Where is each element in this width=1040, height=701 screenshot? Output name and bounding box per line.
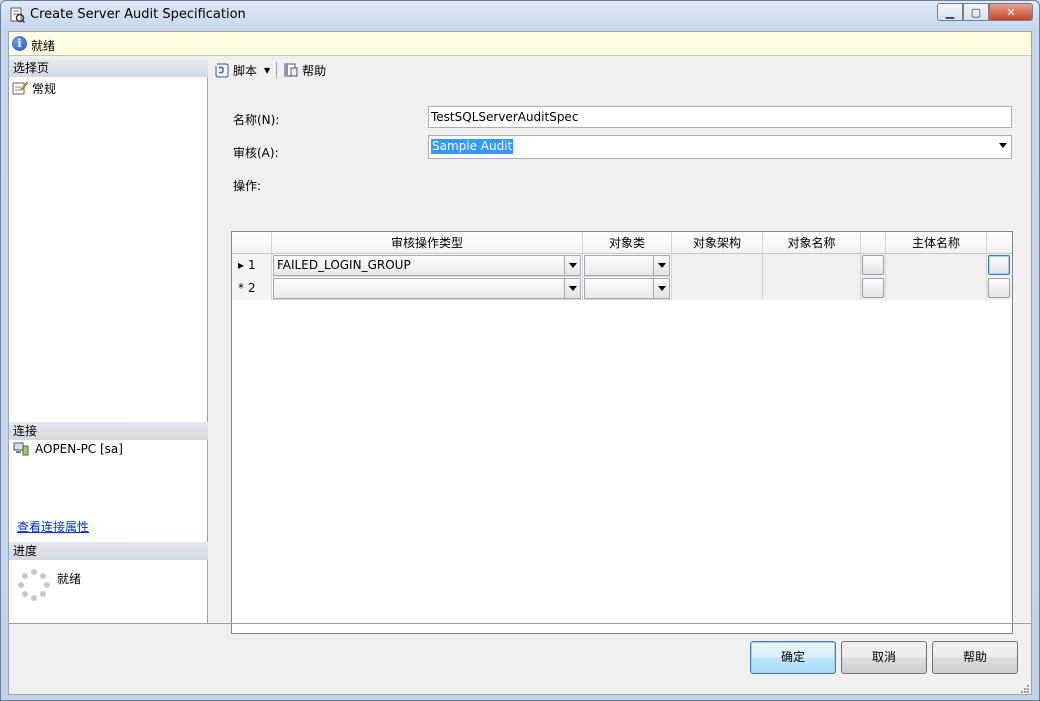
audit-selected-value: Sample Audit (431, 139, 514, 154)
dialog-client: i 就绪 选择页 常规 连接 AOPEN-PC [sa] 查看连接属性 进度 就… (8, 31, 1032, 695)
row-header[interactable]: * 2 (232, 277, 272, 300)
row-number: 1 (248, 258, 256, 272)
audit-spec-icon (9, 7, 26, 24)
name-label: 名称(N): (233, 113, 280, 127)
script-label: 脚本 (233, 63, 258, 78)
principal-cell (886, 277, 987, 300)
general-page-content: 名称(N): TestSQLServerAuditSpec 审核(A): Sam… (211, 83, 1031, 634)
action-type-cell: FAILED_LOGIN_GROUP (272, 254, 583, 277)
chevron-down-icon[interactable] (564, 279, 580, 298)
principal-cell (886, 254, 987, 277)
action-type-cell (272, 277, 583, 300)
object-class-cell (583, 277, 672, 300)
audit-actions-grid: 审核操作类型 对象类 对象架构 对象名称 主体名称 ▸ 1 FAILED_LOG… (231, 231, 1013, 634)
progress-spinner-icon (17, 568, 51, 602)
principal-browse-cell (987, 277, 1012, 300)
window-title: Create Server Audit Specification (30, 7, 246, 22)
help-toolbar-button[interactable]: 帮助 (280, 60, 329, 80)
grid-header: 审核操作类型 对象类 对象架构 对象名称 主体名称 (232, 232, 1012, 254)
info-bar: i 就绪 (9, 32, 1031, 56)
table-row[interactable]: * 2 (232, 277, 1012, 300)
object-class-cell (583, 254, 672, 277)
chevron-down-icon[interactable]: ▼ (264, 66, 270, 75)
name-input[interactable]: TestSQLServerAuditSpec (428, 106, 1012, 128)
server-connection-icon (13, 442, 29, 456)
object-name-browse-cell (861, 254, 886, 277)
object-schema-cell (672, 254, 763, 277)
help-book-icon (283, 62, 299, 78)
object-name-browse-button[interactable] (862, 255, 884, 275)
action-type-dropdown[interactable]: FAILED_LOGIN_GROUP (273, 255, 581, 276)
principal-browse-button[interactable] (988, 278, 1010, 298)
page-item-general[interactable]: 常规 (12, 79, 56, 97)
column-header-object-schema[interactable]: 对象架构 (672, 232, 763, 254)
action-type-value: FAILED_LOGIN_GROUP (277, 258, 411, 272)
table-row[interactable]: ▸ 1 FAILED_LOGIN_GROUP (232, 254, 1012, 277)
principal-browse-button[interactable] (988, 255, 1010, 275)
left-panel: 选择页 常规 连接 AOPEN-PC [sa] 查看连接属性 进度 就绪 (9, 59, 208, 624)
resize-grip-icon[interactable] (1020, 683, 1030, 693)
view-connection-properties-link[interactable]: 查看连接属性 (17, 518, 89, 535)
select-page-header: 选择页 (9, 59, 208, 77)
actions-label: 操作: (233, 179, 262, 193)
properties-page-icon (12, 81, 29, 95)
column-header-principal[interactable]: 主体名称 (886, 232, 987, 254)
object-name-cell (763, 254, 861, 277)
chevron-down-icon[interactable] (999, 143, 1007, 148)
column-header-principal-browse (987, 232, 1012, 254)
info-icon: i (12, 36, 27, 51)
script-icon (214, 62, 230, 78)
current-row-marker: ▸ (238, 258, 245, 272)
progress-status: 就绪 (57, 572, 82, 586)
object-name-browse-button[interactable] (862, 278, 884, 298)
connection-name: AOPEN-PC [sa] (35, 442, 123, 456)
connection-item: AOPEN-PC [sa] (13, 442, 123, 456)
chevron-down-icon[interactable] (653, 279, 669, 298)
maximize-icon[interactable]: ▢ (963, 3, 989, 21)
toolbar: 脚本 ▼ 帮助 (211, 59, 1031, 81)
object-name-browse-cell (861, 277, 886, 300)
cancel-button[interactable]: 取消 (841, 641, 927, 674)
row-header-column (232, 232, 272, 254)
title-bar[interactable]: Create Server Audit Specification ▁ ▢ ✕ (1, 1, 1039, 31)
toolbar-separator (276, 62, 278, 78)
object-class-dropdown[interactable] (584, 278, 670, 299)
object-name-cell (763, 277, 861, 300)
page-item-label: 常规 (32, 81, 57, 96)
audit-select[interactable]: Sample Audit (428, 135, 1012, 159)
column-header-object-class[interactable]: 对象类 (583, 232, 672, 254)
minimize-icon[interactable]: ▁ (937, 3, 963, 21)
chevron-down-icon[interactable] (653, 256, 669, 275)
principal-browse-cell (987, 254, 1012, 277)
script-button[interactable]: 脚本 ▼ (211, 60, 273, 80)
row-header[interactable]: ▸ 1 (232, 254, 272, 277)
help-button[interactable]: 帮助 (932, 641, 1018, 674)
object-schema-cell (672, 277, 763, 300)
connection-header: 连接 (9, 422, 208, 440)
info-status: 就绪 (31, 39, 56, 53)
audit-label: 审核(A): (233, 146, 279, 160)
progress-header: 进度 (9, 542, 208, 560)
new-row-marker: * (238, 281, 244, 295)
close-icon[interactable]: ✕ (989, 3, 1033, 21)
column-header-object-name[interactable]: 对象名称 (763, 232, 861, 254)
action-type-dropdown[interactable] (273, 278, 581, 299)
footer-divider (9, 623, 1031, 624)
help-toolbar-label: 帮助 (302, 63, 327, 78)
row-number: 2 (248, 281, 256, 295)
column-header-object-name-browse (861, 232, 886, 254)
dialog-window: Create Server Audit Specification ▁ ▢ ✕ … (0, 0, 1040, 701)
column-header-action-type[interactable]: 审核操作类型 (272, 232, 583, 254)
object-class-dropdown[interactable] (584, 255, 670, 276)
chevron-down-icon[interactable] (564, 256, 580, 275)
ok-button[interactable]: 确定 (750, 641, 836, 674)
